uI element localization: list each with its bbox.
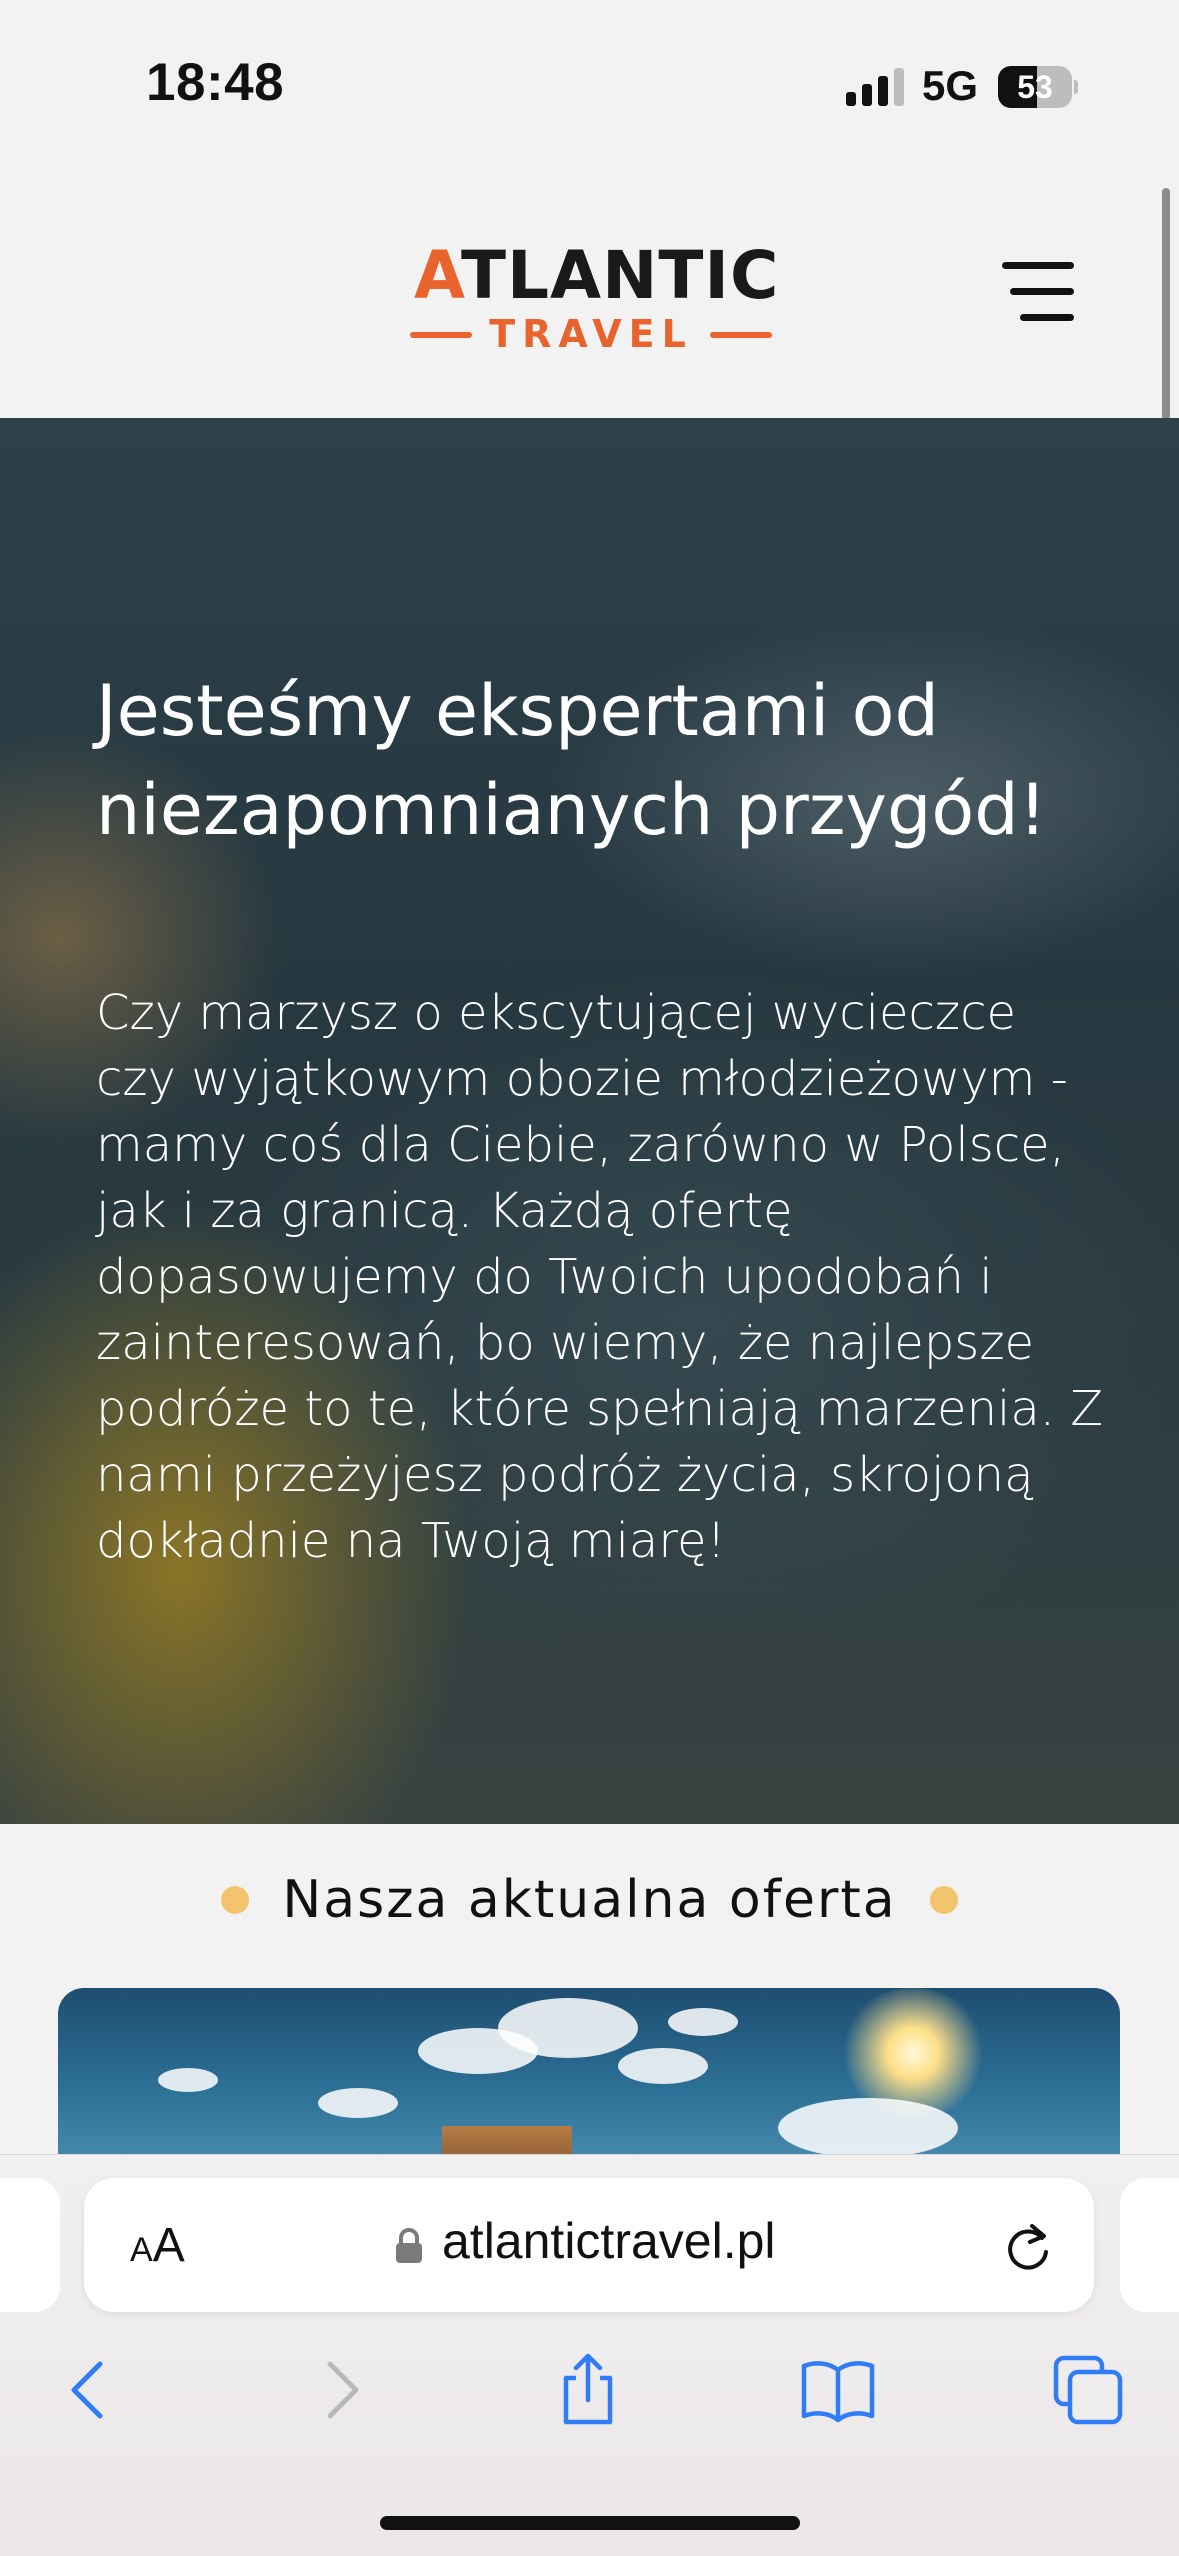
network-type: 5G: [922, 62, 979, 109]
site-header: ATLANTIC TRAVEL: [0, 170, 1179, 418]
hero-description: Czy marzysz o ekscytującej wycieczce czy…: [96, 985, 1104, 1569]
home-indicator[interactable]: [380, 2516, 800, 2530]
previous-tab-preview[interactable]: [0, 2178, 60, 2312]
logo-subtitle: TRAVEL: [406, 312, 776, 356]
battery-level: 53: [1017, 69, 1053, 105]
hero-section: Jesteśmy ekspertami od niezapomnianych p…: [0, 418, 1179, 1824]
back-icon[interactable]: [48, 2350, 128, 2430]
reload-icon[interactable]: [1002, 2218, 1054, 2274]
logo-subtitle-text: TRAVEL: [489, 312, 693, 356]
hamburger-menu-button[interactable]: [994, 262, 1074, 326]
share-icon[interactable]: [548, 2350, 628, 2430]
url-text[interactable]: atlantictravel.pl: [442, 2212, 776, 2270]
offer-section-heading: Nasza aktualna oferta: [0, 1870, 1179, 1950]
lock-icon: [396, 2228, 422, 2263]
next-tab-preview[interactable]: [1120, 2178, 1179, 2312]
atlantic-travel-logo[interactable]: ATLANTIC TRAVEL: [406, 237, 778, 360]
offer-heading: Nasza aktualna oferta: [282, 1870, 897, 1930]
text-size-button[interactable]: AA: [130, 2218, 185, 2273]
logo-wordmark: ATLANTIC: [414, 237, 778, 314]
heading-dot-left: [221, 1886, 250, 1914]
tabs-icon[interactable]: [1048, 2350, 1128, 2430]
logo-first-letter: A: [414, 237, 461, 314]
offer-card-image[interactable]: [58, 1988, 1120, 2168]
status-time: 18:48: [146, 53, 285, 112]
scrollbar[interactable]: [1162, 188, 1170, 420]
heading-dot-right: [929, 1886, 958, 1914]
cellular-signal-icon: [846, 68, 904, 106]
hero-title: Jesteśmy ekspertami od niezapomnianych p…: [96, 670, 1047, 851]
logo-rest: TLANTIC: [460, 237, 780, 314]
status-bar: 18:48 5G 53: [0, 0, 1179, 170]
bookmarks-icon[interactable]: [798, 2350, 878, 2430]
hamburger-icon: [1002, 262, 1074, 269]
battery-icon: 53: [998, 66, 1078, 108]
forward-icon[interactable]: [302, 2350, 382, 2430]
